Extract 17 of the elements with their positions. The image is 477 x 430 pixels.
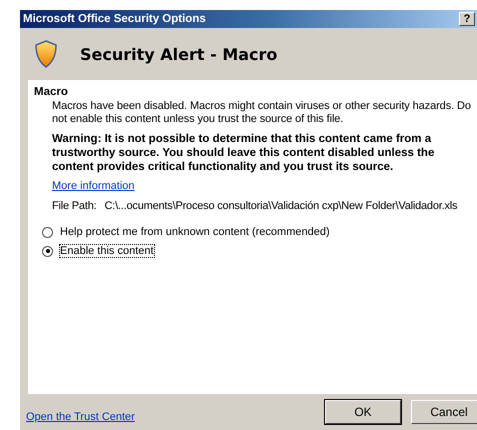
radio-button[interactable]	[42, 226, 53, 238]
radio-option[interactable]: Enable this content	[42, 245, 477, 257]
file-path-text: C:\...ocuments\Proceso consultoria\Validación cxp\New Folder\Validador.xls	[104, 200, 458, 212]
description-text: Macros have been disabled. Macros might contain viruses or other security hazards. Do not enable this content unless you trust the source of this file.	[52, 100, 472, 126]
cancel-button[interactable]: Cancel	[411, 400, 477, 424]
alert-title: Security Alert - Macro	[80, 44, 278, 64]
radio-option[interactable]: Help protect me from unknown content (recommended)	[42, 226, 477, 238]
ok-button[interactable]: OK	[325, 400, 401, 424]
section-heading: Macro	[34, 86, 69, 98]
window-title: Microsoft Office Security Options	[23, 13, 206, 25]
more-information-link[interactable]: More information	[52, 180, 135, 192]
trust-center-link[interactable]: Open the Trust Center	[26, 411, 135, 423]
file-path-label: File Path:	[52, 200, 96, 212]
shield-icon	[34, 39, 58, 69]
warning-text: Warning: It is not possible to determine that this content came from a trustworthy source. You should leave this content disabled unless the content provides critical functionality and you trust its source.	[52, 132, 436, 174]
help-button[interactable]: ?	[459, 12, 475, 26]
radio-button[interactable]	[42, 246, 53, 256]
